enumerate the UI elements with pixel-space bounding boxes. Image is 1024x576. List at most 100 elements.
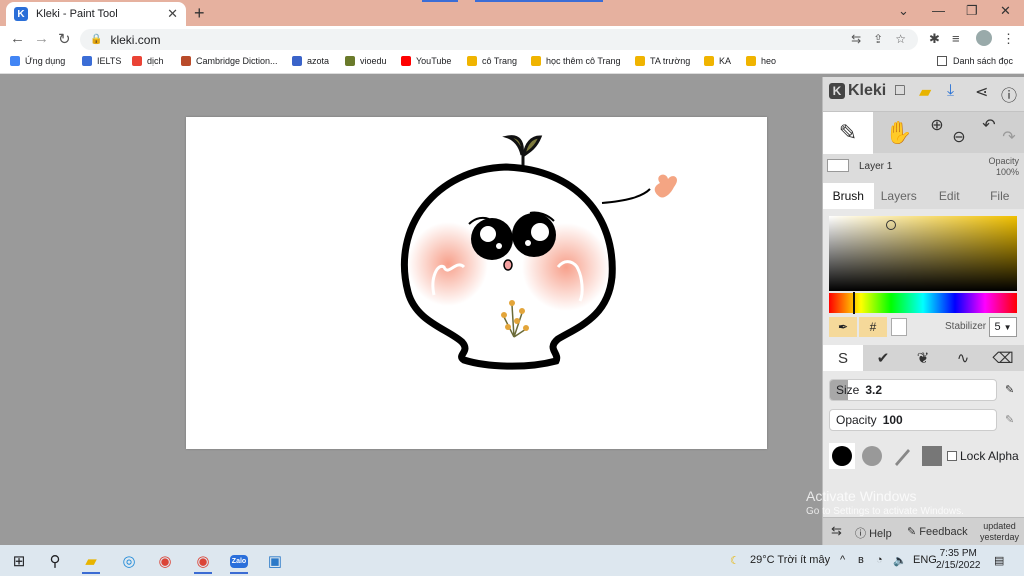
tab-brush[interactable]: Brush [823,183,874,209]
zalo-button[interactable]: Zalo [226,549,252,574]
bookmark-item[interactable]: Cambridge Diction... [181,56,278,66]
tab-edit[interactable]: Edit [924,183,975,209]
tray-overflow-icon[interactable]: ^ [840,554,845,566]
file-explorer-button[interactable]: ▰ [78,549,104,574]
eyedropper-button[interactable]: ✒ [829,317,857,337]
chrome-active-button[interactable]: ◉ [190,549,216,574]
layer-row[interactable]: Layer 1 Opacity 100% [823,154,1024,181]
hue-slider-handle[interactable] [853,292,855,314]
bookmark-favicon-icon [635,56,645,66]
shape-soft-button[interactable] [859,443,885,469]
size-pressure-icon[interactable]: ✎ [1005,383,1014,396]
shape-square-button[interactable] [919,443,945,469]
minimize-button[interactable]: — [932,3,945,18]
shape-chisel-button[interactable] [889,443,915,469]
bookmark-item[interactable]: azota [292,56,329,66]
hex-input-button[interactable]: # [859,317,887,337]
share-icon[interactable]: ⇪ [873,32,883,46]
photos-button[interactable]: ▣ [262,549,288,573]
size-slider[interactable]: Size 3.2 [829,379,997,401]
reading-list[interactable]: Danh sách đọc [937,56,1013,66]
updated-note[interactable]: updated yesterday [980,521,1019,543]
weather-text[interactable]: 29°C Trời ít mây [750,554,830,566]
undo-button[interactable]: ↶ [979,104,999,146]
bookmark-item[interactable]: YouTube [401,56,451,66]
profile-avatar[interactable] [976,30,992,46]
help-icon[interactable]: ⓘ [1001,82,1017,106]
tab-strip: K Kleki - Paint Tool ✕ + ⌄ — ❐ ✕ [0,0,1024,26]
swap-side-icon[interactable]: ⇆ [831,523,842,539]
new-tab-button[interactable]: + [194,3,205,24]
opacity-pressure-icon[interactable]: ✎ [1005,413,1014,426]
search-button[interactable]: ⚲ [42,549,68,573]
volume-icon[interactable]: 🔈 [893,554,907,567]
bluetooth-icon[interactable]: ʙ [858,554,864,566]
media-control-icon[interactable]: ≡ [952,31,960,46]
notifications-icon[interactable]: ▤ [994,554,1004,567]
menu-icon[interactable]: ⋮ [1002,31,1015,47]
opacity-slider[interactable]: Opacity 100 [829,409,997,431]
back-button[interactable]: ← [10,30,25,47]
download-icon[interactable]: ⤓ [947,82,954,100]
reload-button[interactable]: ↻ [58,30,71,48]
canvas-workspace[interactable] [0,77,822,545]
help-button[interactable]: ⓘ Help [855,525,892,541]
redo-button[interactable]: ↷ [999,116,1019,158]
share-icon[interactable]: ⋖ [975,82,988,102]
stabilizer-select[interactable]: 5 ▼ [989,317,1017,337]
forward-button[interactable]: → [34,30,49,47]
smooth-brush-button[interactable]: ∿ [943,345,983,371]
start-button[interactable]: ⊞ [6,549,32,573]
tool-bar: ✎ ✋ ⊕ ⊖ ↶ ↷ [823,111,1024,154]
close-window-button[interactable]: ✕ [1000,3,1011,19]
pen-brush-button[interactable]: S [823,345,863,371]
eraser-button[interactable]: ⌫ [983,345,1023,371]
chrome-button[interactable]: ◉ [152,549,178,573]
new-image-icon[interactable]: □ [895,82,905,100]
bookmark-item[interactable]: KA [704,56,731,66]
bookmark-item[interactable]: vioedu [345,56,387,66]
language-indicator[interactable]: ENG [913,554,937,566]
color-picker-handle[interactable] [886,220,896,230]
translate-icon[interactable]: ⇆ [851,32,861,46]
bookmark-item[interactable]: dịch [132,56,164,66]
blend-brush-button[interactable]: ✔ [863,345,903,371]
lock-alpha-checkbox[interactable] [947,451,957,461]
zoom-out-button[interactable]: ⊖ [949,116,969,158]
feedback-button[interactable]: ✎ Feedback [907,525,968,538]
extensions-icon[interactable]: ✱ [929,31,940,47]
sketchy-brush-button[interactable]: ❦ [903,345,943,371]
zoom-in-button[interactable]: ⊕ [927,104,947,146]
bookmark-star-icon[interactable]: ☆ [895,32,906,46]
restore-button[interactable]: ❐ [966,3,978,19]
chisel-shape-icon [895,449,910,466]
tab-kleki[interactable]: K Kleki - Paint Tool ✕ [6,2,186,26]
bookmark-item[interactable]: TA trường [635,56,690,66]
address-bar[interactable]: 🔒 kleki.com ⇆ ⇪ ☆ [80,29,918,50]
tab-layers[interactable]: Layers [874,183,925,209]
tab-search-icon[interactable]: ⌄ [898,3,909,19]
hue-slider[interactable] [829,292,1017,314]
bookmark-favicon-icon [746,56,756,66]
lock-icon[interactable]: 🔒 [90,34,102,45]
clock[interactable]: 7:35 PM 2/15/2022 [936,548,981,572]
secondary-color-swatch[interactable] [891,318,907,336]
network-icon[interactable]: ◔ [876,554,883,566]
bookmark-item[interactable]: học thêm cô Trang [531,56,621,66]
tab-close-button[interactable]: ✕ [167,6,178,22]
bookmark-item[interactable]: cô Trang [467,56,517,66]
shape-round-button[interactable] [829,443,855,469]
tab-file[interactable]: File [975,183,1024,209]
brush-tool-button[interactable]: ✎ [823,112,873,154]
hand-tool-button[interactable]: ✋ [877,112,921,154]
apps-grid-icon [10,56,20,66]
lock-alpha-toggle[interactable]: Lock Alpha [947,449,1019,463]
drawing-canvas[interactable] [186,117,767,449]
bookmark-apps[interactable]: Ứng dụng [10,56,65,66]
open-folder-icon[interactable]: ▰ [919,82,931,102]
saturation-value-picker[interactable] [829,216,1017,291]
bookmark-item[interactable]: IELTS [82,56,121,66]
weather-icon[interactable]: ☾ [730,554,740,567]
bookmark-item[interactable]: heo [746,56,776,66]
edge-button[interactable]: ◎ [116,549,142,573]
